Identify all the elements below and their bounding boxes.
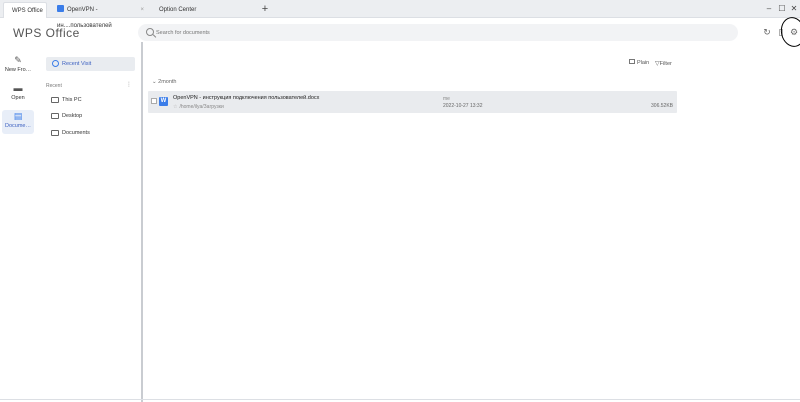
minimize-button[interactable]: – (763, 2, 775, 16)
tab-openvpn-document[interactable]: OpenVPN - ин....пользователей × (49, 2, 149, 29)
sidebar-item-this-pc[interactable]: This PC (51, 95, 82, 105)
panel-divider[interactable] (141, 42, 143, 402)
close-button[interactable]: ✕ (788, 2, 800, 16)
writer-doc-icon: W (159, 97, 168, 106)
nav-label: Open (11, 95, 25, 101)
title-bar: WPS Office OpenVPN - ин....пользователей… (0, 0, 800, 29)
app-logo: WPS Office (13, 26, 80, 40)
nav-new-from[interactable]: ✎ New Fro… (2, 54, 34, 78)
new-file-icon: ✎ (14, 55, 22, 65)
file-path-text: /home/ilya/Загрузки (179, 104, 224, 110)
document-icon: ▤ (13, 111, 23, 121)
sidebar-item-label: Recent Visit (62, 61, 92, 67)
clock-icon (52, 60, 59, 67)
desktop-folder-icon (51, 113, 59, 119)
tab-wps-office[interactable]: WPS Office (3, 2, 47, 18)
maximize-button[interactable]: ☐ (776, 2, 788, 16)
writer-doc-icon (57, 4, 64, 12)
list-view-icon (629, 59, 635, 65)
bottom-border (0, 399, 800, 400)
table-row[interactable]: W OpenVPN - инструкция подключения польз… (148, 91, 677, 113)
file-date: 2022-10-27 13:32 (443, 103, 483, 109)
sidebar-item-recent-visit[interactable]: Recent Visit (46, 57, 135, 71)
sidebar-panel: Recent Visit Recent ⋮ This PC Desktop Do… (38, 50, 138, 402)
file-path: ☆/home/ilya/Загрузки (173, 104, 224, 110)
group-header[interactable]: ⌄ 2month (152, 79, 177, 85)
search-bar[interactable] (138, 24, 738, 41)
plain-view-button[interactable]: Plain (629, 59, 650, 66)
documents-folder-icon (51, 130, 59, 136)
computer-icon (51, 97, 59, 103)
tab-close-icon[interactable]: × (140, 2, 144, 18)
filter-button[interactable]: ▽Filter (655, 60, 672, 67)
nav-documents[interactable]: ▤ Docume… (2, 110, 34, 134)
folder-icon: ▬ (13, 83, 23, 93)
new-tab-button[interactable]: + (259, 1, 271, 17)
file-owner: me (443, 96, 450, 102)
more-options-icon[interactable]: ⋮ (126, 81, 132, 88)
tab-option-center[interactable]: Option Center (151, 2, 251, 18)
search-icon (146, 28, 154, 36)
search-input[interactable] (156, 24, 716, 41)
section-label-recent: Recent (46, 83, 62, 89)
filter-label: Filter (659, 61, 672, 67)
sidebar-item-label: Desktop (62, 113, 83, 119)
nav-label: Docume… (5, 123, 31, 129)
group-label: 2month (158, 79, 177, 85)
sidebar-item-label: This PC (62, 97, 82, 103)
left-nav: ✎ New Fro… ▬ Open ▤ Docume… (0, 48, 36, 402)
sidebar-item-label: Documents (62, 130, 90, 136)
sidebar-item-desktop[interactable]: Desktop (51, 111, 82, 121)
sync-icon[interactable]: ↻ (762, 27, 772, 37)
tab-label: Option Center (159, 7, 197, 13)
annotation-circle (778, 14, 800, 50)
sidebar-item-documents[interactable]: Documents (51, 128, 90, 138)
plain-label: Plain (637, 60, 650, 66)
nav-open[interactable]: ▬ Open (2, 82, 34, 106)
star-icon[interactable]: ☆ (173, 104, 177, 110)
nav-label: New Fro… (4, 67, 32, 73)
file-size: 306.52KB (651, 103, 673, 109)
chevron-down-icon: ⌄ (152, 79, 157, 85)
file-name: OpenVPN - инструкция подключения пользов… (173, 95, 320, 101)
row-checkbox[interactable] (151, 98, 157, 104)
tab-label: WPS Office (12, 8, 43, 14)
